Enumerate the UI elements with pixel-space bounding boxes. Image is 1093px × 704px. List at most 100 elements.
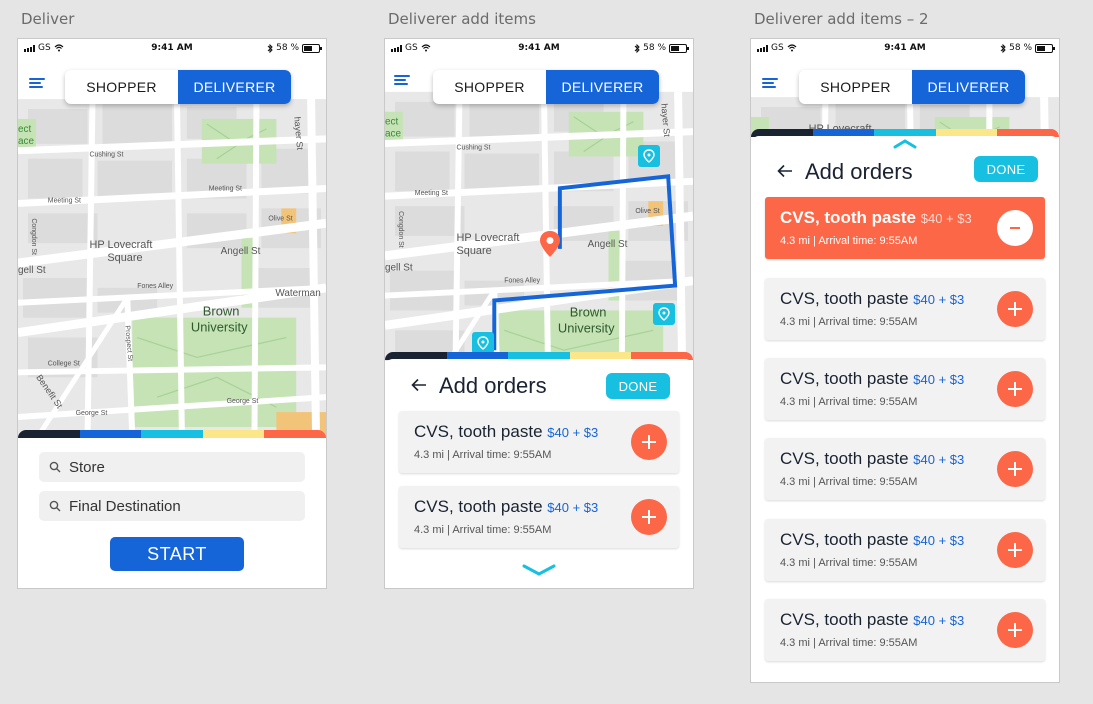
bluetooth-icon	[1000, 43, 1006, 53]
artboard-title-add-items: Deliverer add items	[388, 10, 536, 28]
order-title: CVS, tooth paste $40 + $3	[780, 530, 964, 550]
role-toggle: SHOPPER DELIVERER	[433, 70, 659, 104]
order-card[interactable]: CVS, tooth paste $40 + $3 4.3 mi | Arriv…	[765, 438, 1045, 500]
order-meta: 4.3 mi | Arrival time: 9:55AM	[780, 637, 918, 649]
order-title: CVS, tooth paste $40 + $3	[414, 422, 598, 442]
store-input[interactable]	[69, 458, 289, 476]
order-meta: 4.3 mi | Arrival time: 9:55AM	[780, 396, 918, 408]
order-title: CVS, tooth paste $40 + $3	[780, 369, 964, 389]
map-label: ace	[18, 136, 34, 147]
remove-order-button[interactable]	[997, 210, 1033, 246]
back-arrow-icon[interactable]	[777, 164, 793, 178]
map-label: Brown	[570, 304, 607, 319]
battery-percent: 58 %	[1009, 43, 1032, 53]
order-meta: 4.3 mi | Arrival time: 9:55AM	[414, 524, 552, 536]
order-meta: 4.3 mi | Arrival time: 9:55AM	[780, 476, 918, 488]
order-distance: 4.3 mi	[780, 235, 810, 247]
order-distance: 4.3 mi	[414, 449, 444, 461]
toggle-deliverer[interactable]: DELIVERER	[912, 70, 1025, 104]
location-marker-icon[interactable]	[653, 303, 675, 325]
map-view[interactable]: ect ace Cushing St Meeting St Meeting St…	[18, 98, 326, 438]
location-marker-icon[interactable]	[472, 332, 494, 354]
color-stripe	[18, 430, 326, 438]
order-distance: 4.3 mi	[780, 637, 810, 649]
order-arrival: Arrival time: 9:55AM	[452, 449, 552, 461]
battery-icon	[302, 43, 322, 53]
add-order-button[interactable]	[631, 424, 667, 460]
minus-icon	[1010, 227, 1020, 229]
done-button[interactable]: DONE	[974, 156, 1038, 182]
battery-percent: 58 %	[643, 43, 666, 53]
map-label: Olive St	[635, 208, 659, 215]
order-card[interactable]: CVS, tooth paste $40 + $3 4.3 mi | Arriv…	[765, 519, 1045, 581]
store-field[interactable]	[39, 452, 305, 482]
location-marker-icon[interactable]	[638, 145, 660, 167]
plus-icon	[1008, 543, 1022, 557]
plus-icon	[1008, 623, 1022, 637]
order-arrival: Arrival time: 9:55AM	[818, 476, 918, 488]
start-button[interactable]: START	[110, 537, 244, 571]
artboard-title-add-items-2: Deliverer add items – 2	[754, 10, 929, 28]
map-label: Angell St	[221, 246, 261, 257]
map-view[interactable]: ect ace Cushing St Meeting St Olive St H…	[385, 91, 693, 361]
add-order-button[interactable]	[997, 612, 1033, 648]
order-meta: 4.3 mi | Arrival time: 9:55AM	[414, 449, 552, 461]
order-arrival: Arrival time: 9:55AM	[818, 637, 918, 649]
chevron-up-icon[interactable]	[893, 139, 917, 149]
phone-add-items-2: GS 9:41 AM 58 % HP Lovecraft SHOPPER DEL…	[750, 38, 1060, 683]
add-order-button[interactable]	[997, 451, 1033, 487]
order-distance: 4.3 mi	[780, 316, 810, 328]
map-label: Cushing St	[457, 144, 491, 151]
plus-icon	[1008, 302, 1022, 316]
map-label: Fones Alley	[504, 278, 540, 285]
map-label: HP Lovecraft	[457, 232, 520, 244]
bluetooth-icon	[634, 43, 640, 53]
add-order-button[interactable]	[631, 499, 667, 535]
order-card[interactable]: CVS, tooth paste $40 + $3 4.3 mi | Arriv…	[399, 411, 679, 473]
origin-pin-icon[interactable]	[540, 231, 560, 257]
toggle-deliverer[interactable]: DELIVERER	[178, 70, 291, 104]
order-card[interactable]: CVS, tooth paste $40 + $3 4.3 mi | Arriv…	[765, 358, 1045, 420]
order-distance: 4.3 mi	[780, 396, 810, 408]
destination-field[interactable]	[39, 491, 305, 521]
order-card[interactable]: CVS, tooth paste $40 + $3 4.3 mi | Arriv…	[765, 278, 1045, 340]
order-name: CVS, tooth paste	[780, 449, 909, 468]
map-label: Square	[107, 252, 142, 264]
map-label: Meeting St	[415, 190, 448, 197]
phone-deliver: GS 9:41 AM 58 % ect ace Cushing St Meeti…	[17, 38, 327, 589]
map-label: College St	[48, 360, 80, 367]
add-order-button[interactable]	[997, 532, 1033, 568]
order-distance: 4.3 mi	[780, 476, 810, 488]
orders-sheet: Add orders DONE CVS, tooth paste $40 + $…	[751, 136, 1059, 682]
order-name: CVS, tooth paste	[780, 369, 909, 388]
order-price: $40 + $3	[913, 372, 965, 387]
order-price: $40 + $3	[920, 211, 972, 226]
add-order-button[interactable]	[997, 371, 1033, 407]
order-meta: 4.3 mi | Arrival time: 9:55AM	[780, 557, 918, 569]
add-order-button[interactable]	[997, 291, 1033, 327]
order-arrival: Arrival time: 9:55AM	[818, 316, 918, 328]
order-price: $40 + $3	[913, 613, 965, 628]
plus-icon	[642, 510, 656, 524]
menu-icon[interactable]	[394, 75, 410, 85]
toggle-shopper[interactable]: SHOPPER	[433, 70, 546, 104]
order-meta: 4.3 mi | Arrival time: 9:55AM	[780, 235, 918, 247]
toggle-shopper[interactable]: SHOPPER	[799, 70, 912, 104]
artboard-title-deliver: Deliver	[21, 10, 75, 28]
menu-icon[interactable]	[29, 78, 45, 88]
back-arrow-icon[interactable]	[411, 378, 427, 392]
map-label: gell St	[385, 263, 413, 274]
destination-input[interactable]	[69, 497, 289, 515]
chevron-down-icon[interactable]	[522, 563, 556, 577]
bluetooth-icon	[267, 43, 273, 53]
toggle-deliverer[interactable]: DELIVERER	[546, 70, 659, 104]
toggle-shopper[interactable]: SHOPPER	[65, 70, 178, 104]
order-card-selected[interactable]: CVS, tooth paste $40 + $3 4.3 mi | Arriv…	[765, 197, 1045, 259]
order-card[interactable]: CVS, tooth paste $40 + $3 4.3 mi | Arriv…	[399, 486, 679, 548]
order-card[interactable]: CVS, tooth paste $40 + $3 4.3 mi | Arriv…	[765, 599, 1045, 661]
menu-icon[interactable]	[762, 78, 778, 88]
add-orders-title: Add orders	[439, 373, 547, 398]
map-label: Olive St	[268, 215, 292, 222]
order-price: $40 + $3	[547, 500, 599, 515]
done-button[interactable]: DONE	[606, 373, 670, 399]
